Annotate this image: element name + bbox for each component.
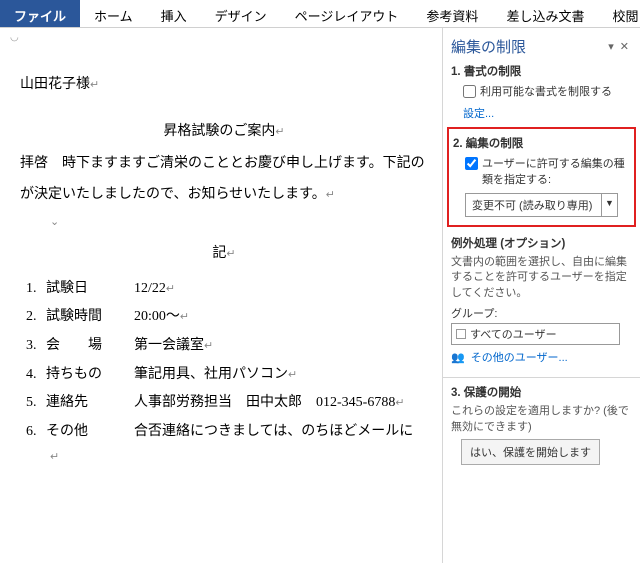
list-item: 5. 連絡先 人事部労務担当 田中太郎 012-345-6788↵ (20, 390, 428, 417)
group-value: すべてのユーザー (470, 326, 557, 342)
doc-title: 昇格試験のご案内 (163, 124, 275, 139)
paragraph-1: 拝啓 時下ますますご清栄のこととお慶び申し上げます。下記の (20, 156, 425, 171)
document-body: 山田花子様↵ 昇格試験のご案内↵ 拝啓 時下ますますご清栄のこととお慶び申し上げ… (20, 72, 428, 468)
section-3-desc: これらの設定を適用しますか? (後で無効にできます) (451, 404, 632, 435)
chevron-down-icon[interactable]: ▼ (601, 194, 617, 216)
editing-type-value: 変更不可 (読み取り専用) (466, 194, 601, 216)
paragraph-2: が決定いたしましたので、お知らせいたします。 (20, 187, 326, 202)
section-1-header: 1. 書式の制限 (451, 63, 632, 79)
other-users-link[interactable]: その他のユーザー... (471, 349, 568, 365)
tab-home[interactable]: ホーム (80, 0, 147, 27)
tab-references[interactable]: 参考資料 (412, 0, 492, 27)
restrict-format-checkbox[interactable] (463, 85, 476, 98)
list-item: 2. 試験時間 20:00～↵ (20, 304, 428, 331)
section-2-header: 2. 編集の制限 (453, 135, 630, 151)
addressee: 山田花子様 (20, 77, 90, 92)
pane-dropdown-icon[interactable]: ▾ (605, 40, 617, 53)
tab-design[interactable]: デザイン (201, 0, 281, 27)
close-icon[interactable]: ✕ (617, 40, 632, 53)
tab-file[interactable]: ファイル (0, 0, 80, 27)
list-item: 6. その他 合否連絡につきましては、のちほどメールに (20, 419, 428, 446)
ruler-mark: ◡ (10, 32, 19, 43)
list-item: 1. 試験日 12/22↵ (20, 276, 428, 303)
exception-desc: 文書内の範囲を選択し、自由に編集することを許可するユーザーを指定してください。 (451, 255, 632, 301)
users-icon: 👥 (451, 352, 465, 364)
restrict-editing-pane: 編集の制限 ▾ ✕ 1. 書式の制限 利用可能な書式を制限する 設定... 2.… (442, 28, 640, 563)
restrict-editing-checkbox[interactable] (465, 157, 478, 170)
pane-title: 編集の制限 (451, 36, 605, 57)
group-checkbox[interactable] (456, 329, 466, 339)
tab-review[interactable]: 校閲 (598, 0, 640, 27)
document-area[interactable]: ◡ 山田花子様↵ 昇格試験のご案内↵ 拝啓 時下ますますご清栄のこととお慶び申し… (0, 28, 442, 563)
settings-link[interactable]: 設定... (463, 105, 494, 121)
highlight-box: 2. 編集の制限 ユーザーに許可する編集の種類を指定する: 変更不可 (読み取り… (447, 127, 636, 227)
tab-mailings[interactable]: 差し込み文書 (492, 0, 598, 27)
group-label: グループ: (451, 305, 632, 321)
exception-header: 例外処理 (オプション) (451, 235, 632, 251)
editing-type-select[interactable]: 変更不可 (読み取り専用) ▼ (465, 193, 618, 217)
ribbon: ファイル ホーム 挿入 デザイン ページレイアウト 参考資料 差し込み文書 校閲… (0, 0, 640, 28)
restrict-editing-label: ユーザーに許可する編集の種類を指定する: (482, 155, 630, 187)
group-all-users[interactable]: すべてのユーザー (451, 323, 620, 345)
list-item: 4. 持ちもの 筆記用具、社用パソコン↵ (20, 362, 428, 389)
section-3-header: 3. 保護の開始 (451, 384, 632, 400)
start-protection-button[interactable]: はい、保護を開始します (461, 439, 600, 465)
list-item: 3. 会 場 第一会議室↵ (20, 333, 428, 360)
ki-heading: 記 (212, 246, 226, 261)
tab-page-layout[interactable]: ページレイアウト (281, 0, 413, 27)
tab-insert[interactable]: 挿入 (147, 0, 201, 27)
restrict-format-label: 利用可能な書式を制限する (480, 83, 612, 99)
